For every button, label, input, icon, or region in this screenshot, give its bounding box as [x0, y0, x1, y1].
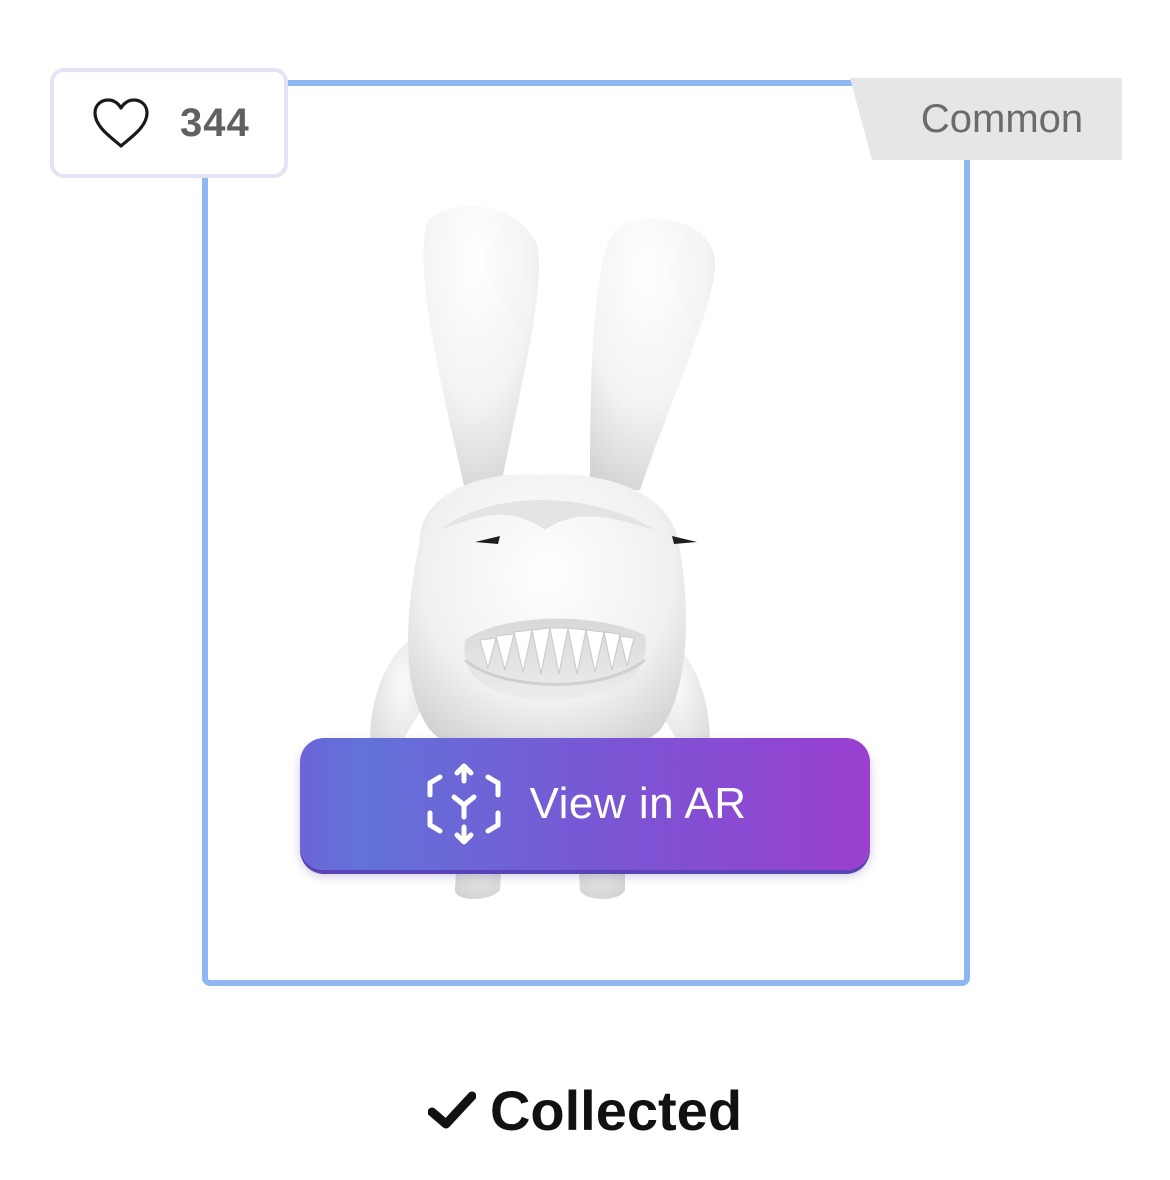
heart-outline-icon	[93, 98, 149, 148]
view-in-ar-button[interactable]: View in AR	[300, 738, 870, 870]
like-count: 344	[180, 100, 250, 145]
like-button[interactable]: 344	[50, 68, 288, 178]
rarity-badge: Common	[850, 78, 1122, 160]
rarity-label: Common	[920, 97, 1084, 141]
checkmark-icon	[427, 1091, 476, 1129]
collected-label: Collected	[489, 1078, 743, 1142]
ar-cube-icon	[427, 763, 501, 845]
collected-status: Collected	[0, 1075, 1170, 1145]
view-in-ar-label: View in AR	[529, 779, 747, 828]
